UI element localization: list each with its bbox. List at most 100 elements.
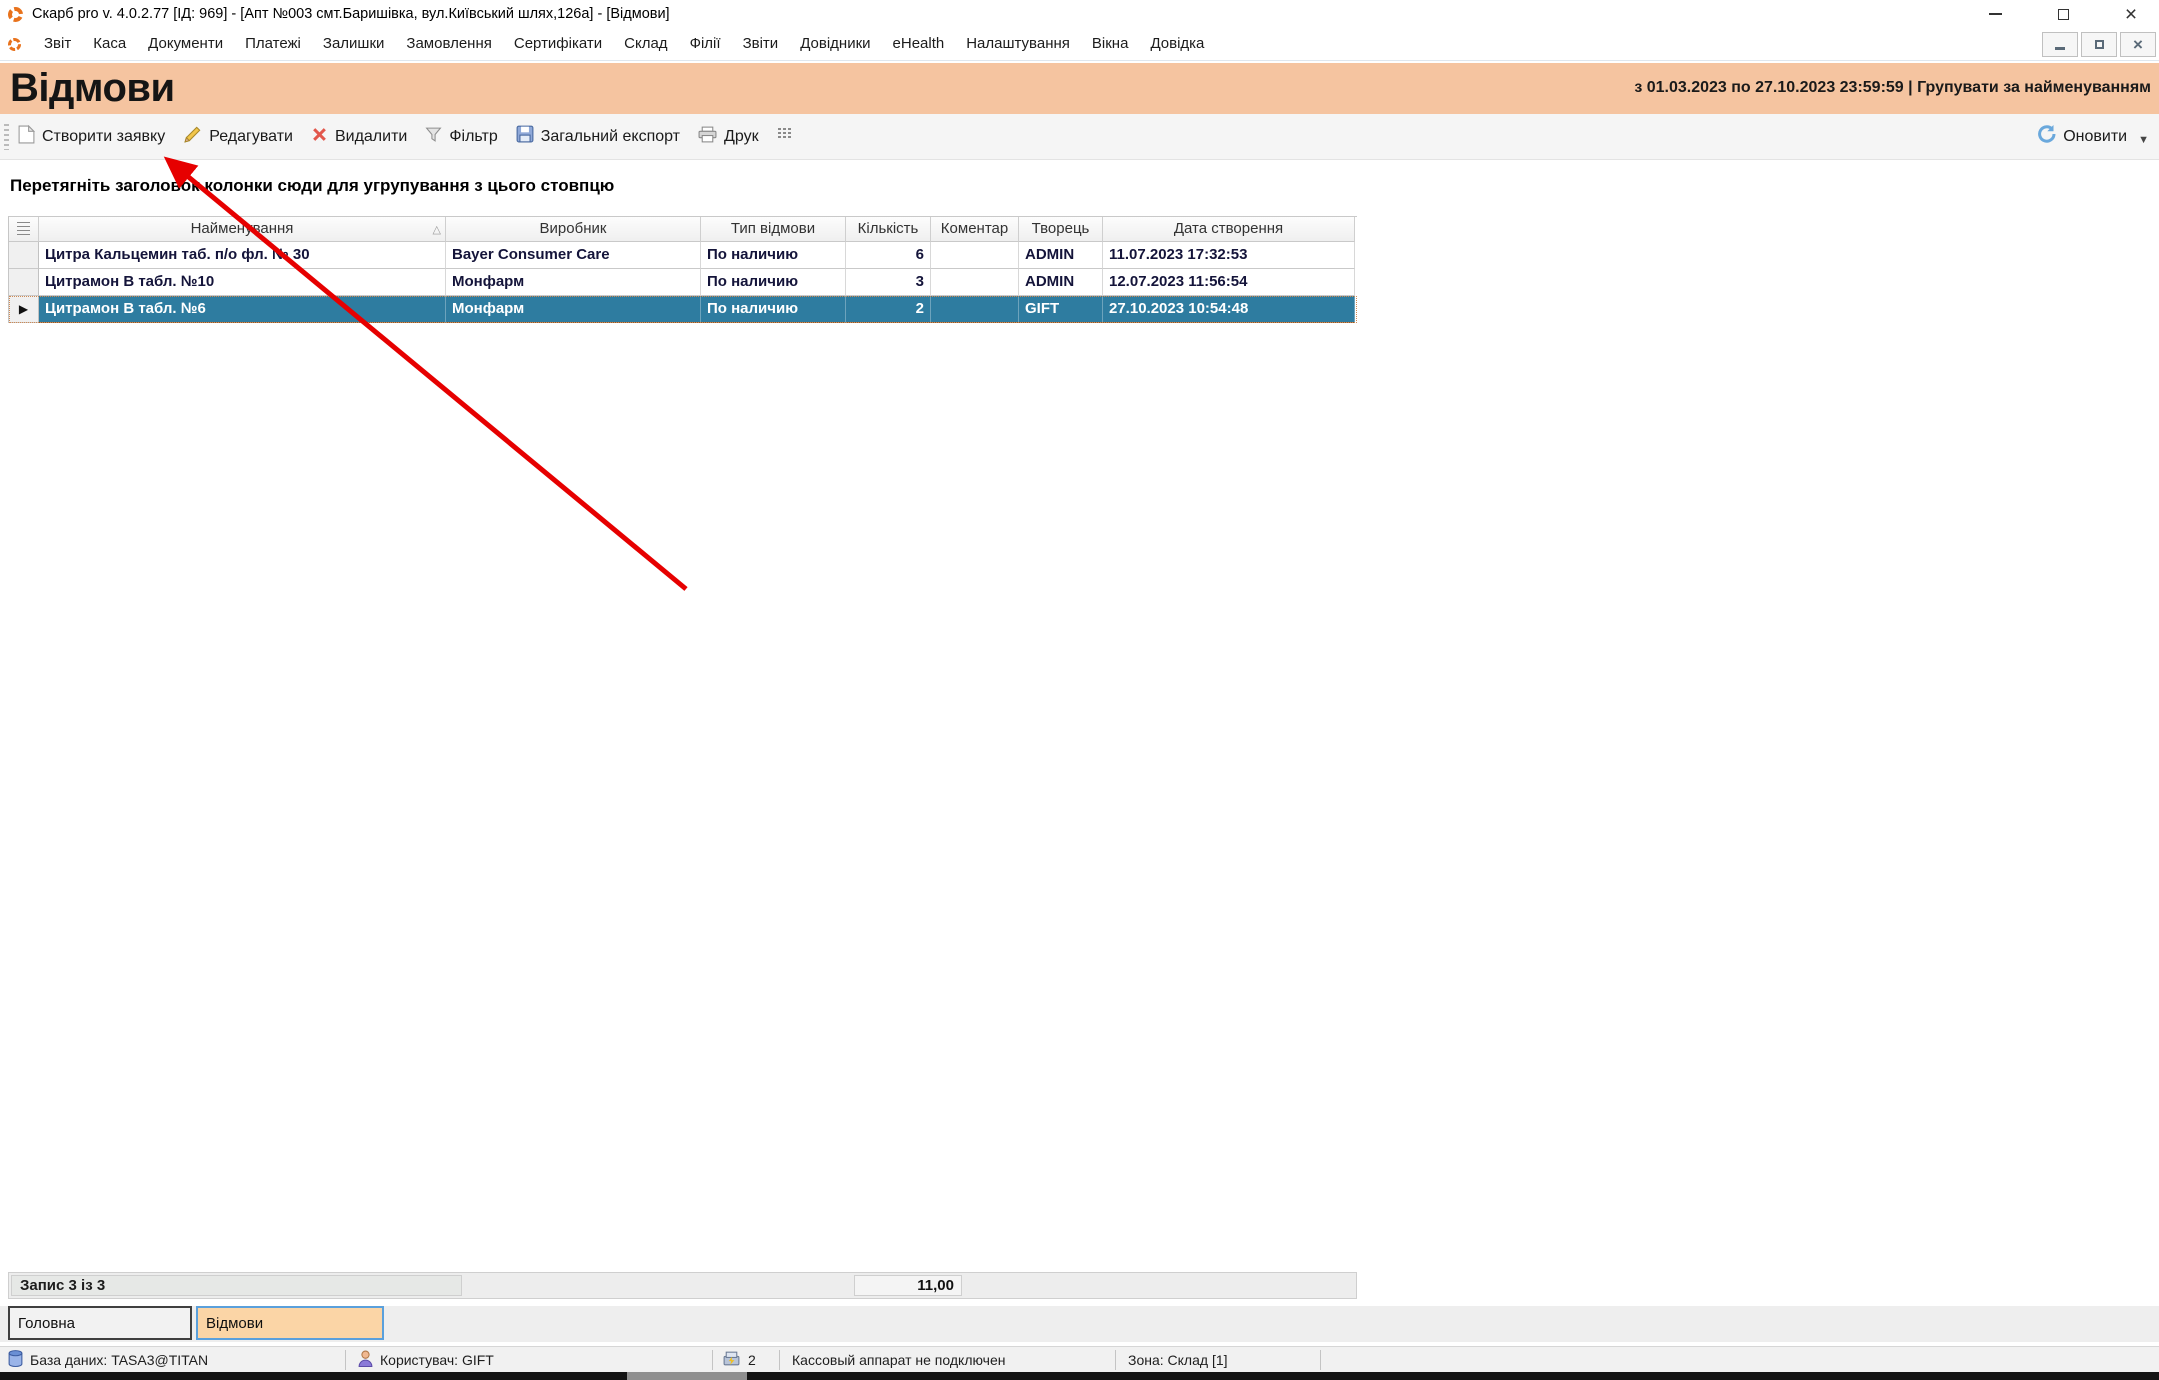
cell-producer: Bayer Consumer Care xyxy=(446,242,701,269)
cell-quantity: 3 xyxy=(846,269,931,296)
cell-comment xyxy=(931,269,1019,296)
cash-register-icon xyxy=(722,1351,741,1369)
column-chooser-button[interactable] xyxy=(768,119,802,155)
cell-created-at: 12.07.2023 11:56:54 xyxy=(1103,269,1355,296)
column-header-quantity[interactable]: Кількість xyxy=(846,217,931,242)
page-title: Відмови xyxy=(10,66,175,111)
cell-refusal-type: По наличию xyxy=(701,269,846,296)
statusbar-separator xyxy=(779,1350,780,1370)
funnel-icon xyxy=(425,126,442,148)
cell-refusal-type: По наличию xyxy=(701,242,846,269)
edit-button[interactable]: Редагувати xyxy=(174,119,302,155)
menu-item-8[interactable]: Філії xyxy=(679,28,732,60)
new-document-icon xyxy=(18,125,35,149)
minimize-icon xyxy=(1989,13,2002,15)
statusbar-devices-section: 2 xyxy=(722,1347,756,1373)
filter-button[interactable]: Фільтр xyxy=(416,119,506,155)
cell-comment xyxy=(931,242,1019,269)
menu-item-6[interactable]: Сертифікати xyxy=(503,28,613,60)
menu-item-5[interactable]: Замовлення xyxy=(395,28,502,60)
column-header-created-at[interactable]: Дата створення xyxy=(1103,217,1355,242)
grid-header-row: Найменування△ВиробникТип відмовиКількіст… xyxy=(9,217,1357,242)
refusals-grid: Найменування△ВиробникТип відмовиКількіст… xyxy=(8,216,1357,323)
restore-button[interactable] xyxy=(2049,2,2077,26)
menu-item-1[interactable]: Каса xyxy=(82,28,137,60)
cell-creator: GIFT xyxy=(1019,296,1103,323)
printer-icon xyxy=(698,126,717,148)
row-gutter xyxy=(9,242,39,269)
menu-item-2[interactable]: Документи xyxy=(137,28,234,60)
delete-button[interactable]: Видалити xyxy=(302,119,416,155)
bottom-tab-1-active[interactable]: Відмови xyxy=(196,1306,384,1340)
create-request-button[interactable]: Створити заявку xyxy=(9,119,174,155)
menu-item-9[interactable]: Звіти xyxy=(732,28,790,60)
table-row-0[interactable]: Цитра Кальцемин таб. п/о фл. № 30Bayer C… xyxy=(9,242,1357,269)
refresh-icon xyxy=(2036,124,2056,149)
title-bar: Скарб pro v. 4.0.2.77 [ІД: 969] - [Апт №… xyxy=(0,0,2159,28)
refresh-dropdown-caret[interactable]: ▼ xyxy=(2138,134,2149,146)
user-icon xyxy=(358,1350,373,1370)
sort-ascending-icon: △ xyxy=(433,218,441,242)
column-header-comment[interactable]: Коментар xyxy=(931,217,1019,242)
column-header-creator[interactable]: Творець xyxy=(1019,217,1103,242)
mdi-minimize-button[interactable] xyxy=(2042,32,2078,57)
statusbar-user-section: Користувач: GIFT xyxy=(358,1347,494,1373)
menu-item-10[interactable]: Довідники xyxy=(789,28,881,60)
menu-item-11[interactable]: eHealth xyxy=(882,28,956,60)
column-header-producer[interactable]: Виробник xyxy=(446,217,701,242)
export-button[interactable]: Загальний експорт xyxy=(507,119,689,155)
current-row-marker: ▶ xyxy=(9,296,39,323)
menu-item-3[interactable]: Платежі xyxy=(234,28,312,60)
column-header-refusal-type[interactable]: Тип відмови xyxy=(701,217,846,242)
table-row-2[interactable]: ▶Цитрамон В табл. №6МонфармПо наличию2 GI… xyxy=(9,296,1357,323)
row-gutter xyxy=(9,269,39,296)
statusbar-separator xyxy=(345,1350,346,1370)
floppy-disk-icon xyxy=(516,125,534,148)
window-title: Скарб pro v. 4.0.2.77 [ІД: 969] - [Апт №… xyxy=(32,6,670,22)
status-bar: База даних: TASA3@TITAN Користувач: GIFT… xyxy=(0,1346,2159,1372)
statusbar-separator xyxy=(712,1350,713,1370)
cell-quantity: 6 xyxy=(846,242,931,269)
grid-body: Цитра Кальцемин таб. п/о фл. № 30Bayer C… xyxy=(9,242,1357,323)
mdi-close-button[interactable]: × xyxy=(2120,32,2156,57)
refresh-button[interactable]: Оновити ▼ xyxy=(2036,124,2149,149)
restore-icon xyxy=(2058,9,2069,20)
menu-item-14[interactable]: Довідка xyxy=(1139,28,1215,60)
toolbar: Створити заявку Редагувати Видалити Філь… xyxy=(0,114,2159,160)
menu-bar-items: ЗвітКасаДокументиПлатежіЗалишкиЗамовленн… xyxy=(33,28,1215,60)
menu-bar: ЗвітКасаДокументиПлатежіЗалишкиЗамовленн… xyxy=(0,28,2159,61)
quantity-total: 11,00 xyxy=(854,1275,962,1296)
red-x-icon xyxy=(311,126,328,148)
record-counter: Запис 3 із 3 xyxy=(11,1275,462,1296)
close-button[interactable]: × xyxy=(2117,2,2145,26)
app-logo-small-icon xyxy=(8,38,21,51)
minimize-button[interactable] xyxy=(1981,2,2009,26)
print-button[interactable]: Друк xyxy=(689,119,768,155)
cell-created-at: 11.07.2023 17:32:53 xyxy=(1103,242,1355,269)
group-by-hint: Перетягніть заголовок колонки сюди для у… xyxy=(10,176,614,196)
cell-created-at: 27.10.2023 10:54:48 xyxy=(1103,296,1355,323)
cell-quantity: 2 xyxy=(846,296,931,323)
menu-item-12[interactable]: Налаштування xyxy=(955,28,1081,60)
statusbar-separator xyxy=(1115,1350,1116,1370)
cell-refusal-type: По наличию xyxy=(701,296,846,323)
cell-creator: ADMIN xyxy=(1019,242,1103,269)
cell-producer: Монфарм xyxy=(446,269,701,296)
close-icon: × xyxy=(2125,4,2137,25)
column-header-name[interactable]: Найменування△ xyxy=(39,217,446,242)
menu-item-13[interactable]: Вікна xyxy=(1081,28,1140,60)
menu-item-7[interactable]: Склад xyxy=(613,28,678,60)
mdi-restore-button[interactable] xyxy=(2081,32,2117,57)
cell-producer: Монфарм xyxy=(446,296,701,323)
menu-item-4[interactable]: Залишки xyxy=(312,28,396,60)
mdi-minimize-icon xyxy=(2055,47,2065,50)
cell-name: Цитра Кальцемин таб. п/о фл. № 30 xyxy=(39,242,446,269)
grid-corner-cell xyxy=(9,217,39,242)
statusbar-separator xyxy=(1320,1350,1321,1370)
taskbar-strip xyxy=(0,1372,2159,1380)
period-and-grouping-label: з 01.03.2023 по 27.10.2023 23:59:59 | Гр… xyxy=(1634,79,2151,97)
menu-item-0[interactable]: Звіт xyxy=(33,28,82,60)
bottom-tab-0[interactable]: Головна xyxy=(8,1306,192,1340)
table-row-1[interactable]: Цитрамон В табл. №10МонфармПо наличию3AD… xyxy=(9,269,1357,296)
cell-name: Цитрамон В табл. №6 xyxy=(39,296,446,323)
